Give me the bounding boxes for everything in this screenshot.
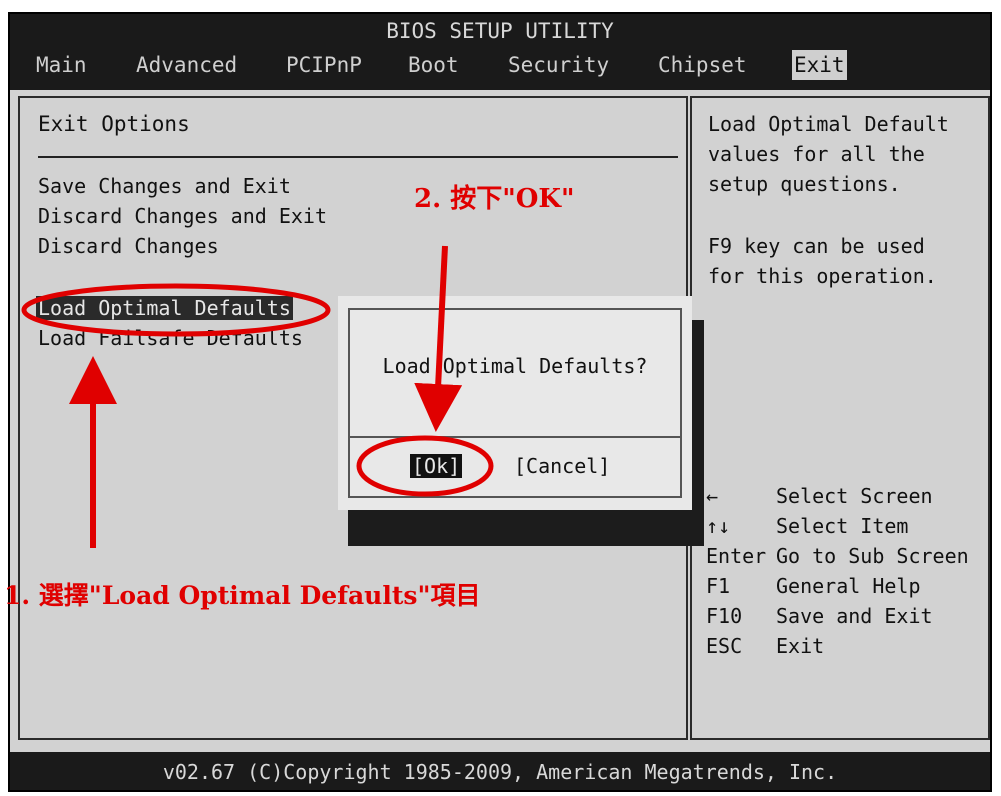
annotation-step2: 2. 按下"OK": [414, 184, 575, 214]
annotation-overlay: [21, 245, 494, 548]
arrow-down-icon: [414, 245, 463, 432]
highlight-ellipse-ok: [356, 435, 494, 497]
highlight-ellipse-load-optimal: [21, 283, 331, 337]
annotation-step1: 1. 選擇"Load Optimal Defaults"項目: [4, 581, 481, 610]
